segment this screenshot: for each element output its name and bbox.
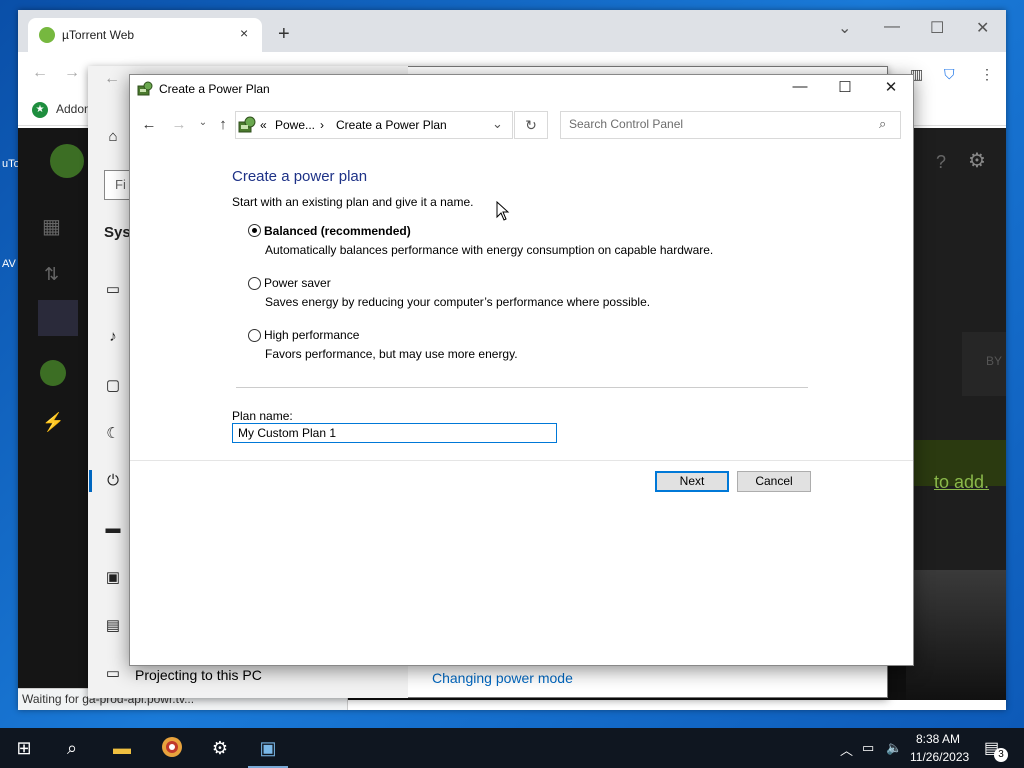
close-icon[interactable]: ✕ <box>876 78 906 96</box>
control-panel-taskbar-icon[interactable]: ▣ <box>256 736 280 760</box>
power-plan-dialog <box>129 74 914 666</box>
search-icon[interactable]: ⌕ <box>879 116 886 132</box>
intro-text: Start with an existing plan and give it … <box>232 195 474 209</box>
high-performance-description: Favors performance, but may use more ene… <box>265 347 518 361</box>
high-performance-label[interactable]: High performance <box>264 328 359 342</box>
cancel-button[interactable]: Cancel <box>737 471 811 492</box>
utorrent-sidebar: ▦ ⇅ ⚡ <box>18 128 88 700</box>
file-explorer-icon[interactable]: ▬ <box>110 736 134 760</box>
next-button[interactable]: Next <box>655 471 729 492</box>
search-icon[interactable]: ⌕ <box>60 736 84 760</box>
volume-muted-icon[interactable]: 🔈 <box>886 740 902 756</box>
refresh-icon: ↻ <box>525 117 537 133</box>
grid-icon[interactable]: ▦ <box>42 214 61 239</box>
home-icon[interactable]: ⌂ <box>104 128 122 145</box>
selected-indicator <box>89 470 92 492</box>
notifications-icon[interactable]: ▢ <box>104 376 122 394</box>
multitasking-icon[interactable]: ▤ <box>104 616 122 634</box>
start-icon[interactable]: ⊞ <box>12 736 36 760</box>
ut-add-link[interactable]: to add. <box>934 472 989 493</box>
close-icon[interactable]: ✕ <box>976 18 989 38</box>
minimize-icon[interactable]: — <box>785 78 815 95</box>
sound-icon[interactable]: ♪ <box>104 328 122 345</box>
tablet-icon[interactable]: ▣ <box>104 568 122 586</box>
power-icon[interactable]: ⏻ <box>104 472 122 489</box>
high-performance-radio[interactable] <box>248 329 261 342</box>
browser-icon[interactable] <box>160 736 184 760</box>
menu-icon[interactable]: ⋮ <box>980 66 994 83</box>
show-hidden-icons-icon[interactable]: ︿ <box>840 740 853 759</box>
close-tab-icon[interactable]: × <box>240 25 248 41</box>
plan-name-label: Plan name: <box>232 409 293 423</box>
power-saver-radio[interactable] <box>248 277 261 290</box>
storage-icon[interactable]: ▬ <box>104 520 122 537</box>
balanced-label[interactable]: Balanced (recommended) <box>264 224 411 238</box>
forward-icon[interactable]: → <box>170 116 188 133</box>
recent-locations-icon[interactable]: ⌄ <box>194 117 212 128</box>
refresh-button[interactable]: ↻ <box>514 111 548 139</box>
notification-count-badge: 3 <box>994 748 1008 762</box>
tab-search-icon[interactable]: ⌄ <box>838 18 851 38</box>
forward-icon[interactable]: → <box>64 64 80 82</box>
shield-extension-icon[interactable]: ⛉ <box>944 66 955 83</box>
dialog-title: Create a Power Plan <box>159 82 270 96</box>
breadcrumb-current[interactable]: Create a Power Plan <box>336 118 447 132</box>
breadcrumb-separator: › <box>320 118 324 132</box>
new-tab-button[interactable]: + <box>278 24 290 44</box>
power-saver-description: Saves energy by reducing your computer’s… <box>265 295 651 309</box>
power-saver-label[interactable]: Power saver <box>264 276 331 290</box>
utorrent-right-panel: ? ⚙ BY to add. <box>906 128 1006 700</box>
breadcrumb-power-options[interactable]: Powe... <box>275 118 315 132</box>
divider <box>236 387 808 388</box>
browser-tab[interactable]: µTorrent Web × <box>28 18 262 52</box>
power-options-icon <box>137 81 153 96</box>
utorrent-small-icon[interactable] <box>40 360 66 386</box>
address-dropdown-icon[interactable]: ⌄ <box>492 116 503 132</box>
ut-thumbnail <box>906 570 1006 700</box>
network-icon[interactable]: ▭ <box>862 740 874 756</box>
up-icon[interactable]: ↑ <box>214 116 232 133</box>
utorrent-logo-icon <box>50 144 84 178</box>
control-panel-icon <box>238 116 256 133</box>
clock-time[interactable]: 8:38 AM <box>916 732 960 746</box>
ut-by-text: BY <box>986 354 1003 368</box>
balanced-radio[interactable] <box>248 224 261 237</box>
search-box[interactable] <box>560 111 901 139</box>
projecting-icon[interactable]: ▭ <box>104 664 122 682</box>
gear-icon[interactable]: ⚙ <box>968 148 986 173</box>
desktop-icon-label[interactable]: AV <box>2 258 16 270</box>
minimize-icon[interactable]: — <box>884 18 900 36</box>
maximize-icon[interactable]: ☐ <box>830 78 860 96</box>
help-icon[interactable]: ? <box>936 152 946 173</box>
addon-bookmark[interactable]: Addon <box>56 102 91 116</box>
mouse-cursor-icon <box>496 201 510 221</box>
clock-date[interactable]: 11/26/2023 <box>910 750 969 764</box>
lightning-icon[interactable]: ⚡ <box>42 412 64 433</box>
button-area-divider <box>130 460 913 461</box>
back-icon[interactable]: ← <box>32 64 48 82</box>
balanced-description: Automatically balances performance with … <box>265 243 714 257</box>
breadcrumb-overflow[interactable]: « <box>260 118 267 132</box>
transfer-icon[interactable]: ⇅ <box>44 264 59 285</box>
display-icon[interactable]: ▭ <box>104 280 122 298</box>
page-title: Create a power plan <box>232 168 368 185</box>
addon-bookmark-icon[interactable]: ★ <box>32 102 48 118</box>
settings-back-icon[interactable]: ← <box>104 70 120 88</box>
speed-icon[interactable] <box>38 300 78 336</box>
browser-tab-title: µTorrent Web <box>62 28 135 42</box>
settings-icon[interactable]: ⚙ <box>208 736 232 760</box>
search-input[interactable] <box>569 117 869 131</box>
maximize-icon[interactable]: ☐ <box>930 18 944 38</box>
projecting-item[interactable]: Projecting to this PC <box>135 667 262 683</box>
back-icon[interactable]: ← <box>140 116 158 133</box>
focus-assist-icon[interactable]: ☾ <box>104 424 122 442</box>
utorrent-favicon <box>39 27 55 43</box>
changing-power-mode-link[interactable]: Changing power mode <box>432 670 573 686</box>
plan-name-input[interactable] <box>232 423 557 443</box>
